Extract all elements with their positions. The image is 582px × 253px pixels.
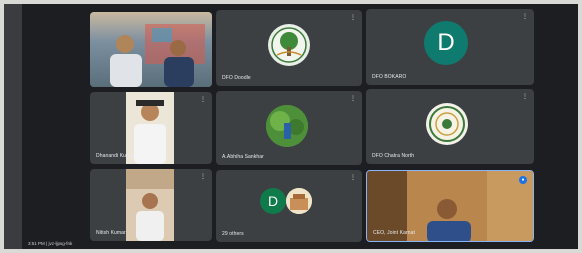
meeting-time: 3:51 PM: [28, 241, 45, 246]
participant-tile[interactable]: ⋮ Nitish Kumar: [90, 169, 212, 241]
monitor-bezel: [4, 4, 22, 249]
participant-avatar: [266, 105, 308, 147]
tree-emblem-icon: [271, 27, 307, 63]
seal-emblem-icon: [429, 106, 465, 142]
participant-video: [90, 12, 212, 87]
participant-name: CEO, Joint Karnat: [373, 230, 415, 236]
participant-video: [126, 169, 174, 241]
participant-name: DFO Chatra North: [372, 153, 415, 159]
meeting-info-bar: 3:51 PM | jvz-ljpsg-fnk: [28, 241, 72, 246]
participant-tile[interactable]: ⋮ Dhanandi Kumar: [90, 92, 212, 164]
meeting-screen: ⋮ DFO Doodle ⋮ D DFO BOKARO ⋮ Dhanandi K…: [4, 4, 578, 249]
participant-tile[interactable]: ⋮ D DFO BOKARO: [366, 9, 534, 85]
participant-tile[interactable]: [90, 12, 212, 87]
organization-logo: [426, 103, 468, 145]
participant-name: A.Abhiha Sankhar: [222, 154, 264, 160]
video-frame: [126, 169, 174, 241]
avatar-letter: D: [437, 29, 455, 56]
participant-avatar: [286, 188, 312, 214]
participant-avatar: D: [260, 188, 286, 214]
participant-tile[interactable]: ⋮ D 29 others: [216, 170, 362, 242]
participant-name: Nitish Kumar: [96, 230, 126, 236]
more-options-icon[interactable]: ⋮: [350, 175, 356, 181]
participant-name: Dhanandi Kumar: [96, 153, 135, 159]
avatar-letter: D: [267, 193, 279, 209]
more-options-icon[interactable]: ⋮: [522, 14, 528, 20]
video-frame: [110, 24, 205, 87]
more-options-icon[interactable]: ⋮: [200, 97, 206, 103]
participant-name: 29 others: [222, 231, 244, 237]
participant-avatar: D: [424, 21, 468, 65]
participant-tile[interactable]: ⋮ A.Abhiha Sankhar: [216, 91, 362, 165]
participant-name: DFO Doodle: [222, 75, 251, 81]
organization-logo: [268, 24, 310, 66]
participant-tile-active-speaker[interactable]: ● CEO, Joint Karnat: [366, 170, 534, 242]
participant-name: DFO BOKARO: [372, 74, 407, 80]
more-options-icon[interactable]: ⋮: [200, 174, 206, 180]
building-photo-icon: [286, 188, 312, 214]
more-options-icon[interactable]: ⋮: [350, 15, 356, 21]
participant-tile[interactable]: ⋮ DFO Chatra North: [366, 89, 534, 164]
meeting-code[interactable]: jvz-ljpsg-fnk: [48, 241, 72, 246]
participant-tile[interactable]: ⋮ DFO Doodle: [216, 10, 362, 86]
speaking-indicator-icon: ●: [519, 176, 527, 184]
more-options-icon[interactable]: ⋮: [350, 96, 356, 102]
more-options-icon[interactable]: ⋮: [522, 94, 528, 100]
nature-photo-icon: [266, 105, 308, 147]
